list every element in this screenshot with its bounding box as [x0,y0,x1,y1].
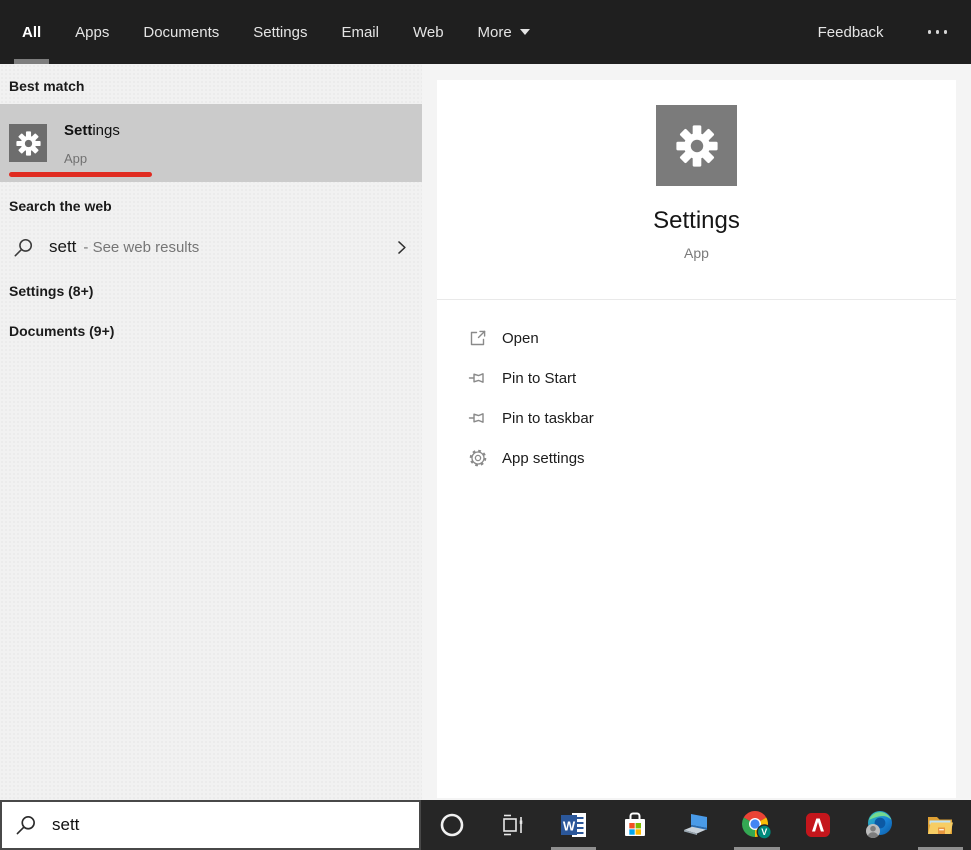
best-match-result-settings[interactable]: Settings App [0,104,422,182]
task-view-button[interactable] [482,800,543,850]
gear-outline-icon [469,449,487,467]
tab-email[interactable]: Email [341,0,379,64]
preview-title: Settings [653,207,740,234]
pin-icon [468,373,484,383]
search-the-web-header: Search the web [9,198,112,214]
microsoft-store-button[interactable] [604,800,665,850]
file-explorer-button[interactable] [910,800,971,850]
open-icon [470,330,486,346]
tab-documents-label: Documents [143,23,220,41]
task-view-icon [502,814,522,836]
tab-all[interactable]: All [14,0,50,64]
microsoft-store-icon [624,812,645,836]
tab-apps[interactable]: Apps [75,0,109,64]
search-filter-bar: All Apps Documents Settings Email Web Mo… [0,0,971,64]
best-match-text: Settings App [64,121,120,166]
settings-gear-icon [656,105,737,186]
tab-more-label: More [477,23,512,41]
search-icon [14,238,33,256]
settings-gear-icon [9,124,47,162]
cortana-icon [440,813,463,837]
svg-text:V: V [761,827,767,837]
chrome-icon: V [742,810,773,840]
best-match-subtitle: App [64,150,88,166]
best-match-header: Best match [9,78,85,94]
preview-hero: Settings App [437,80,956,261]
action-open[interactable]: Open [437,318,956,358]
taskbar-search-input[interactable]: sett [0,800,421,850]
acrobat-reader-icon [806,813,831,837]
word-icon: W [560,813,586,837]
word-button[interactable]: W [543,800,604,850]
tab-email-label: Email [341,23,379,41]
action-pin-to-taskbar[interactable]: Pin to taskbar [437,398,956,438]
action-open-label: Open [502,329,539,347]
cortana-button[interactable] [421,800,482,850]
divider [437,299,956,300]
file-explorer-icon [928,817,954,834]
web-query-text: sett [49,237,77,256]
best-match-title-rest: ings [92,121,120,139]
chrome-button[interactable]: V [726,800,787,850]
edge-icon [866,811,893,838]
action-pin-to-start[interactable]: Pin to Start [437,358,956,398]
topbar-right: Feedback [818,24,949,41]
best-match-title: Settings [64,121,120,140]
pc-icon [683,814,707,835]
chevron-down-icon [519,29,530,35]
ellipsis-icon[interactable] [926,26,950,38]
group-documents-label: Documents (9+) [9,323,115,339]
annotation-red-underline [9,172,152,177]
windows-search-flyout: All Apps Documents Settings Email Web Mo… [0,0,971,850]
svg-text:W: W [563,819,576,834]
feedback-button[interactable]: Feedback [818,24,884,41]
pin-icon [468,413,484,423]
tab-apps-label: Apps [75,23,110,41]
tab-web[interactable]: Web [413,0,444,64]
edge-button[interactable] [849,800,910,850]
context-actions: Open Pin to Start Pin to taskbar App set… [437,318,956,478]
acrobat-reader-button[interactable] [788,800,849,850]
web-suffix-text: - See web results [83,238,200,256]
result-preview-panel: Settings App Open Pin to Start Pin to ta… [437,80,956,798]
preview-subtitle: App [684,245,709,261]
tab-settings-label: Settings [253,23,308,41]
group-documents[interactable]: Documents (9+) [9,323,114,339]
action-app-settings-label: App settings [502,449,585,467]
group-settings-label: Settings (8+) [9,283,94,299]
action-app-settings[interactable]: App settings [437,438,956,478]
tab-documents[interactable]: Documents [143,0,219,64]
see-web-results-row[interactable]: sett - See web results [0,224,422,270]
search-icon [16,816,35,835]
pc-button[interactable] [665,800,726,850]
action-pin-to-taskbar-label: Pin to taskbar [502,409,594,427]
tab-all-label: All [22,23,42,41]
chevron-right-icon[interactable] [393,239,410,256]
group-settings[interactable]: Settings (8+) [9,283,93,299]
taskbar: W V [421,800,971,850]
tab-settings[interactable]: Settings [253,0,307,64]
filter-tabs: All Apps Documents Settings Email Web Mo… [14,0,530,64]
tab-web-label: Web [412,23,444,41]
tab-more[interactable]: More [478,0,530,64]
action-pin-to-start-label: Pin to Start [502,369,577,387]
best-match-title-bold: Sett [64,121,93,139]
search-results-panel: Best match Settings App Search the web s… [0,64,422,800]
search-input-value: sett [52,815,80,834]
